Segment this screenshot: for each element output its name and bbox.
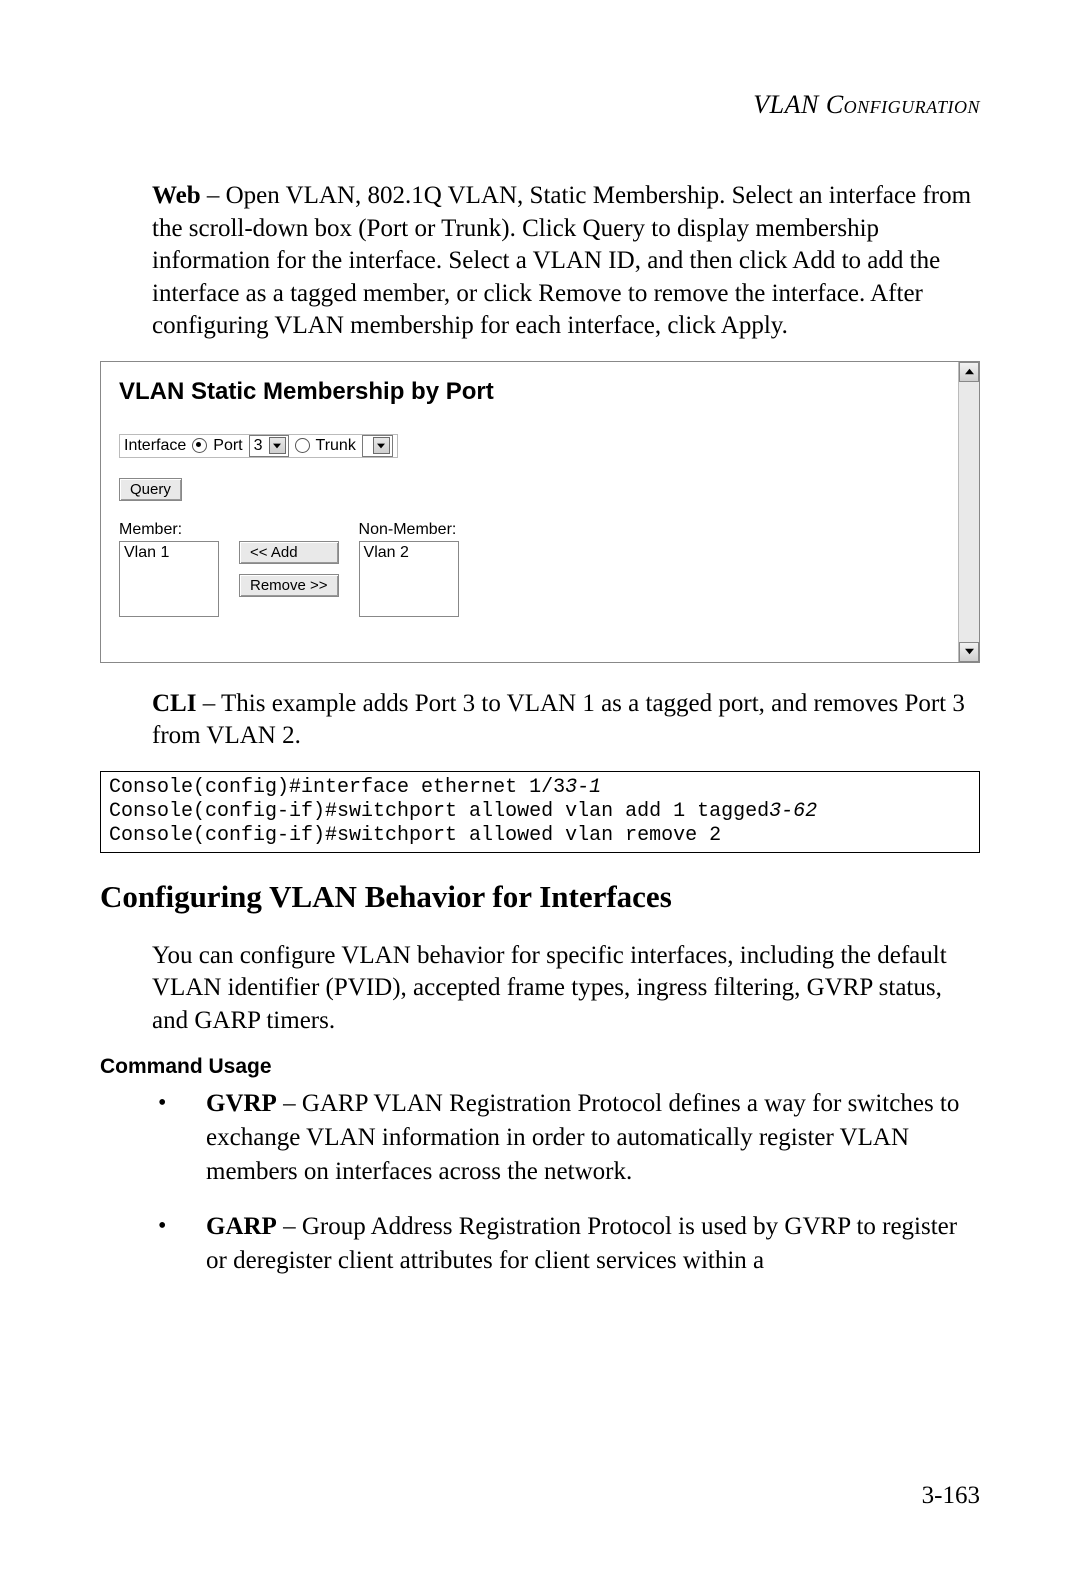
trunk-label: Trunk xyxy=(316,437,356,455)
trunk-radio[interactable] xyxy=(295,438,310,453)
web-lead: Web xyxy=(152,182,201,209)
nonmember-item[interactable]: Vlan 2 xyxy=(364,544,454,562)
nonmember-listbox[interactable]: Vlan 2 xyxy=(359,541,459,617)
port-label: Port xyxy=(213,437,242,455)
add-button[interactable]: << Add xyxy=(239,541,339,564)
section-heading: Configuring VLAN Behavior for Interfaces xyxy=(100,879,980,915)
chevron-down-icon[interactable] xyxy=(269,437,286,454)
garp-text: – Group Address Registration Protocol is… xyxy=(206,1213,957,1274)
bullet-garp: GARP – Group Address Registration Protoc… xyxy=(152,1210,980,1278)
cli-paragraph: CLI – This example adds Port 3 to VLAN 1… xyxy=(152,688,980,753)
garp-lead: GARP xyxy=(206,1213,277,1240)
web-text: – Open VLAN, 802.1Q VLAN, Static Members… xyxy=(152,182,971,339)
port-select-value: 3 xyxy=(254,437,263,455)
gvrp-lead: GVRP xyxy=(206,1090,277,1117)
interface-label: Interface xyxy=(124,437,186,455)
query-button[interactable]: Query xyxy=(119,478,182,501)
trunk-select[interactable] xyxy=(362,435,393,457)
bullet-gvrp: GVRP – GARP VLAN Registration Protocol d… xyxy=(152,1087,980,1188)
web-paragraph: Web – Open VLAN, 802.1Q VLAN, Static Mem… xyxy=(152,180,980,343)
member-listbox[interactable]: Vlan 1 xyxy=(119,541,219,617)
cli-line-3: Console(config-if)#switchport allowed vl… xyxy=(109,824,721,847)
scrollbar[interactable] xyxy=(958,362,979,662)
cli-listing: Console(config)#interface ethernet 1/33-… xyxy=(100,771,980,853)
member-column: Member: Vlan 1 xyxy=(119,521,219,617)
cli-lead: CLI xyxy=(152,690,196,717)
panel-title: VLAN Static Membership by Port xyxy=(119,378,949,406)
cli-line-2b: 3-62 xyxy=(769,800,817,823)
member-item[interactable]: Vlan 1 xyxy=(124,544,214,562)
cli-text: – This example adds Port 3 to VLAN 1 as … xyxy=(152,690,965,750)
interface-row: Interface Port 3 Trunk xyxy=(119,434,398,458)
nonmember-label: Non-Member: xyxy=(359,521,459,539)
command-usage-heading: Command Usage xyxy=(100,1055,980,1079)
cli-line-1a: Console(config)#interface ethernet 1/3 xyxy=(109,776,565,799)
port-select[interactable]: 3 xyxy=(249,435,289,457)
cli-line-1b: 3-1 xyxy=(565,776,601,799)
member-label: Member: xyxy=(119,521,219,539)
port-radio[interactable] xyxy=(192,438,207,453)
remove-button[interactable]: Remove >> xyxy=(239,574,339,597)
scroll-up-icon[interactable] xyxy=(959,362,979,382)
running-header-text: VLAN Configuration xyxy=(753,90,980,119)
page-number: 3-163 xyxy=(922,1482,980,1510)
scroll-down-icon[interactable] xyxy=(959,642,979,662)
running-header: VLAN Configuration xyxy=(100,90,980,120)
chevron-down-icon[interactable] xyxy=(373,437,390,454)
web-screenshot-panel: VLAN Static Membership by Port Interface… xyxy=(100,361,980,663)
behavior-paragraph: You can configure VLAN behavior for spec… xyxy=(152,940,980,1038)
gvrp-text: – GARP VLAN Registration Protocol define… xyxy=(206,1090,959,1185)
cli-line-2a: Console(config-if)#switchport allowed vl… xyxy=(109,800,769,823)
nonmember-column: Non-Member: Vlan 2 xyxy=(359,521,459,617)
